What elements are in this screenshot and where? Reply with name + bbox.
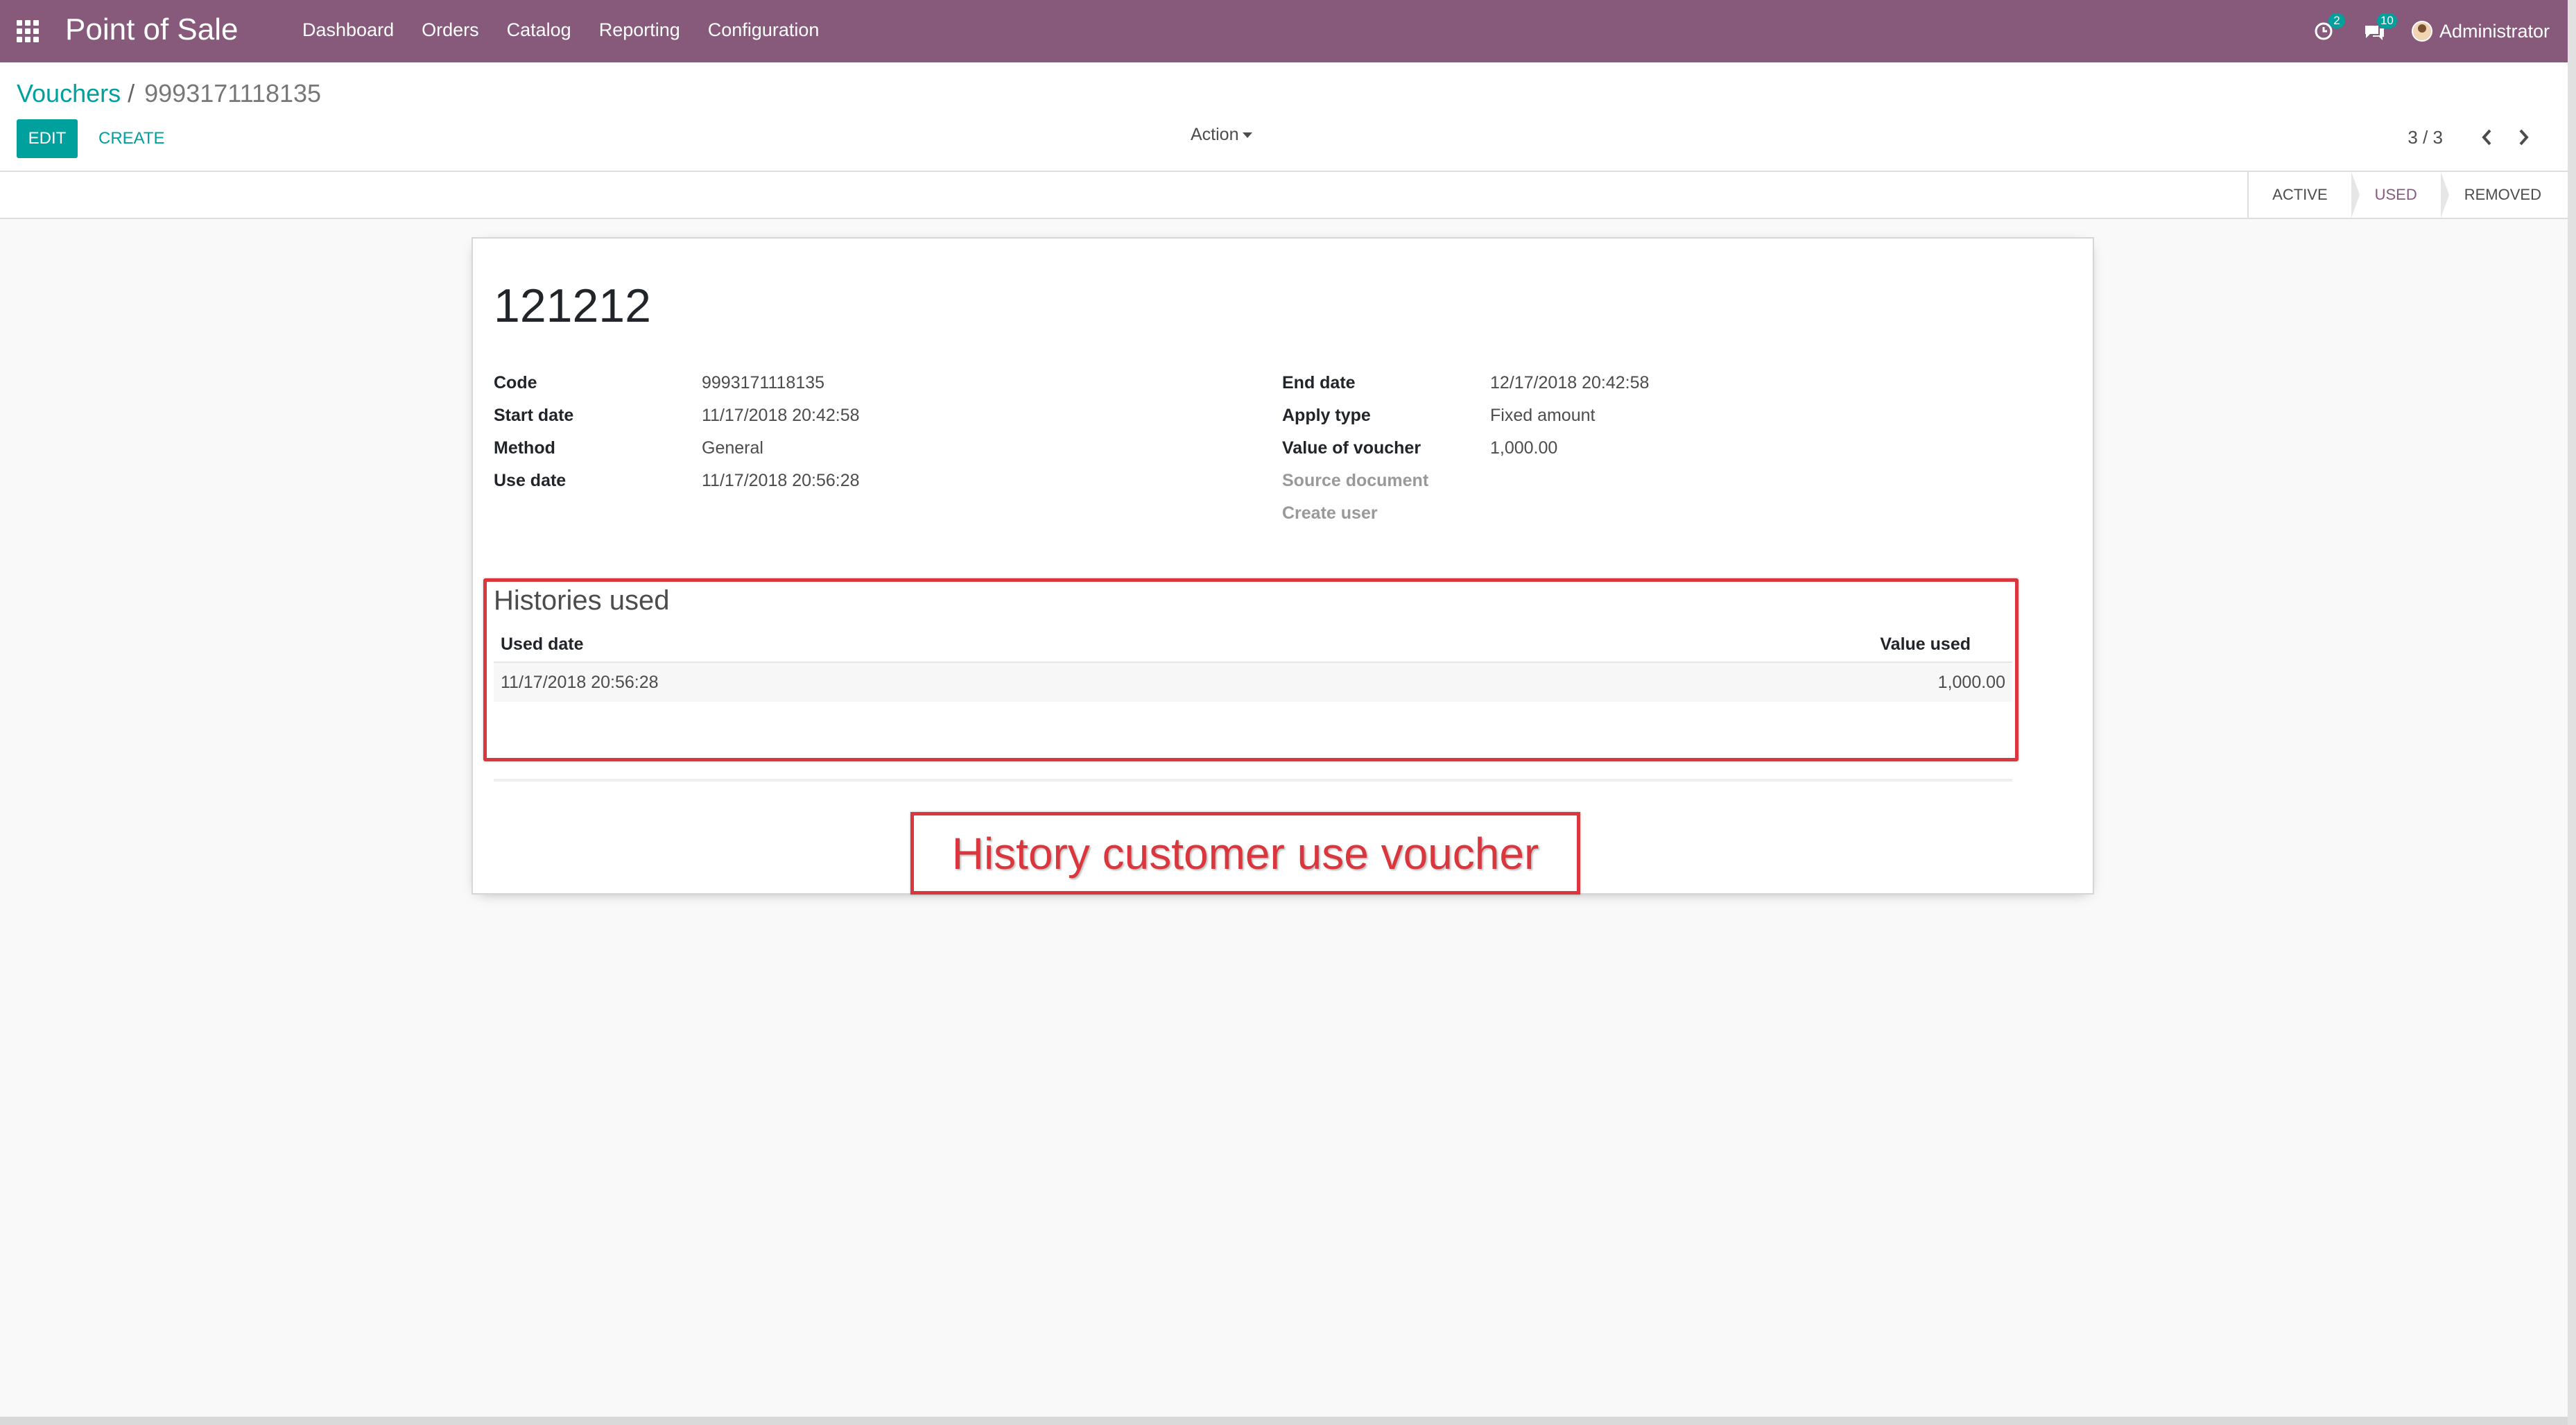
stage-used[interactable]: USED: [2351, 172, 2449, 218]
field-label: Value of voucher: [1282, 438, 1421, 458]
field-value-of-voucher: Value of voucher 1,000.00: [1282, 435, 1557, 460]
field-label: Code: [494, 372, 537, 392]
field-label: Method: [494, 438, 555, 458]
control-panel: Vouchers / 9993171118135 EDIT CREATE Act…: [0, 62, 2576, 172]
avatar: [2411, 21, 2432, 42]
stage-removed[interactable]: REMOVED: [2441, 172, 2565, 218]
field-label: Source document: [1282, 470, 1429, 490]
menu-configuration[interactable]: Configuration: [708, 19, 820, 41]
bottom-edge: [0, 1417, 2576, 1425]
breadcrumb: Vouchers / 9993171118135: [17, 79, 321, 108]
chevron-right-icon[interactable]: [2514, 125, 2534, 150]
stage-pipeline: ACTIVE USED REMOVED: [2247, 172, 2565, 218]
field-value: 1,000.00: [1490, 438, 1558, 458]
apps-grid-icon[interactable]: [17, 20, 42, 42]
user-name: Administrator: [2439, 20, 2550, 42]
field-code: Code 9993171118135: [494, 370, 824, 395]
breadcrumb-separator: /: [128, 79, 135, 107]
main-menu: Dashboard Orders Catalog Reporting Confi…: [302, 19, 847, 41]
breadcrumb-current: 9993171118135: [144, 79, 322, 107]
menu-dashboard[interactable]: Dashboard: [302, 19, 394, 41]
caret-down-icon: [1243, 132, 1253, 138]
field-value: Fixed amount: [1490, 405, 1596, 425]
record-title: 121212: [494, 279, 651, 332]
highlight-box: [483, 578, 2019, 761]
field-label: Use date: [494, 470, 567, 490]
chevron-left-icon[interactable]: [2476, 125, 2497, 150]
pager: 3 / 3: [2408, 125, 2534, 150]
menu-catalog[interactable]: Catalog: [507, 19, 571, 41]
action-label: Action: [1191, 125, 1239, 144]
menu-reporting[interactable]: Reporting: [599, 19, 680, 41]
messages-chat-icon[interactable]: 10: [2363, 13, 2397, 45]
user-menu[interactable]: Administrator: [2411, 20, 2550, 42]
form-sheet: 121212 Code 9993171118135 Start date 11/…: [472, 237, 2094, 895]
field-value: 11/17/2018 20:42:58: [702, 405, 860, 425]
create-button[interactable]: CREATE: [90, 119, 173, 158]
activity-clock-icon[interactable]: 2: [2315, 13, 2345, 45]
field-value: 12/17/2018 20:42:58: [1490, 372, 1650, 392]
systray: 2 10 Administrator: [2315, 0, 2576, 62]
field-source-document: Source document: [1282, 468, 1490, 493]
field-label: End date: [1282, 372, 1356, 392]
pager-value[interactable]: 3 / 3: [2408, 127, 2443, 148]
top-navbar: Point of Sale Dashboard Orders Catalog R…: [0, 0, 2576, 62]
field-label: Apply type: [1282, 405, 1371, 425]
annotation-callout: History customer use voucher: [910, 812, 1580, 895]
field-label: Start date: [494, 405, 574, 425]
messages-badge: 10: [2376, 13, 2397, 28]
field-label: Create user: [1282, 503, 1378, 523]
breadcrumb-vouchers-link[interactable]: Vouchers: [17, 79, 121, 108]
field-value: 11/17/2018 20:56:28: [702, 470, 860, 490]
field-end-date: End date 12/17/2018 20:42:58: [1282, 370, 1649, 395]
status-bar: ACTIVE USED REMOVED: [0, 172, 2576, 219]
field-create-user: Create user: [1282, 501, 1490, 526]
edit-button[interactable]: EDIT: [17, 119, 78, 158]
scrollbar-track[interactable]: [2568, 0, 2576, 1425]
activity-badge: 2: [2328, 13, 2345, 28]
app-title[interactable]: Point of Sale: [65, 12, 239, 47]
field-method: Method General: [494, 435, 763, 460]
field-start-date: Start date 11/17/2018 20:42:58: [494, 403, 860, 428]
field-apply-type: Apply type Fixed amount: [1282, 403, 1595, 428]
menu-orders[interactable]: Orders: [422, 19, 479, 41]
field-use-date: Use date 11/17/2018 20:56:28: [494, 468, 860, 493]
stage-active[interactable]: ACTIVE: [2249, 172, 2360, 218]
action-dropdown[interactable]: Action: [1191, 125, 1253, 145]
field-value: General: [702, 438, 763, 458]
field-value: 9993171118135: [702, 372, 825, 392]
